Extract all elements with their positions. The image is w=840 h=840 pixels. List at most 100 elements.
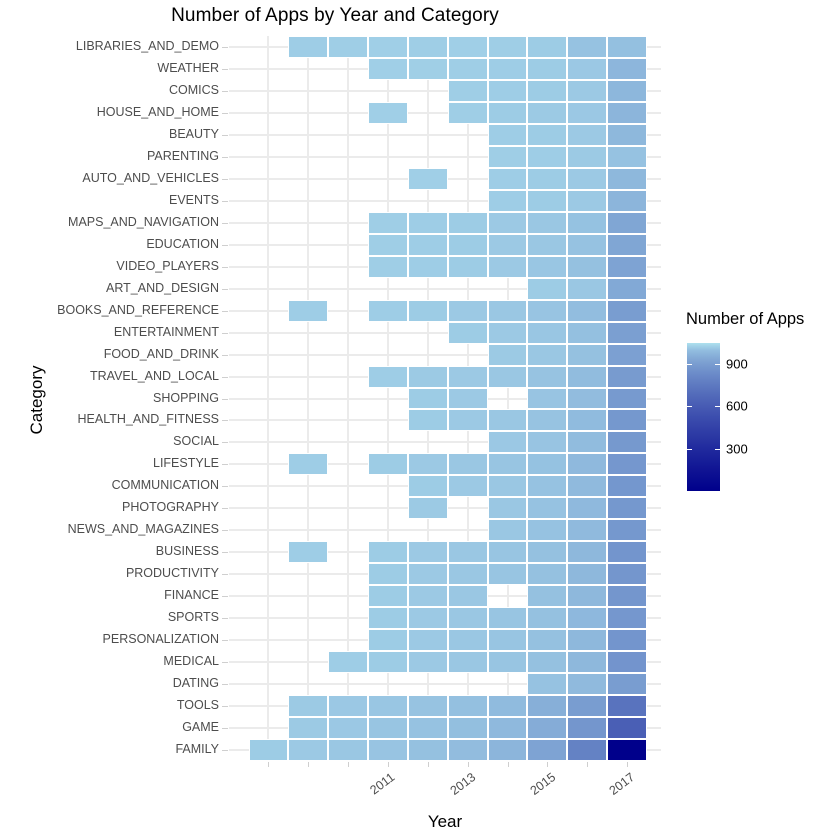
heatmap-cell [567,321,608,344]
heatmap-cell [607,211,647,234]
heatmap-cell [567,541,608,564]
heatmap-cell [487,497,528,520]
heatmap-cell [607,299,647,322]
heatmap-cell [567,101,608,124]
heatmap-cell [567,607,608,630]
y-axis-tick-mark [222,596,228,598]
heatmap-cell [368,233,408,256]
heatmap-cell [607,673,647,696]
heatmap-cell [328,36,369,58]
y-axis-tick-mark [222,640,228,642]
heatmap-cell [527,343,568,366]
heatmap-cell [607,277,647,300]
heatmap-cell [368,717,408,740]
y-axis-tick-label: PERSONALIZATION [102,632,219,647]
plot-panel [229,36,661,761]
heatmap-cell [368,585,408,608]
y-axis-tick-mark [222,332,228,334]
heatmap-cell [288,541,329,564]
heatmap-cell [607,695,647,718]
legend-colorbar [687,343,720,491]
y-axis-tick-label: TOOLS [176,698,219,713]
heatmap-cell [527,585,568,608]
heatmap-cell [607,519,647,542]
y-axis-tick-mark [222,706,228,708]
heatmap-cell [567,255,608,278]
heatmap-cell [407,651,448,674]
legend-title: Number of Apps [686,310,805,328]
heatmap-cell [487,101,528,124]
heatmap-cell [607,365,647,388]
heatmap-cell [607,387,647,410]
y-axis-tick-label: PHOTOGRAPHY [121,500,219,515]
heatmap-cell [607,585,647,608]
heatmap-cell [527,695,568,718]
heatmap-cell [527,101,568,124]
heatmap-cell [607,717,647,740]
heatmap-cell [607,233,647,256]
heatmap-cell [527,57,568,80]
y-axis-tick-label: WEATHER [157,60,219,75]
heatmap-cell [527,453,568,476]
heatmap-cell [487,365,528,388]
heatmap-cell [567,79,608,102]
y-axis-tick-label: ENTERTAINMENT [113,324,219,339]
heatmap-cell [527,519,568,542]
heatmap-cell [368,651,408,674]
heatmap-cell [407,541,448,564]
heatmap-cell [368,607,408,630]
heatmap-figure: Number of Apps by Year and Category LIBR… [0,0,840,840]
heatmap-cells [229,36,661,761]
heatmap-cell [527,651,568,674]
heatmap-cell [368,629,408,652]
heatmap-cell [487,651,528,674]
heatmap-cell [487,607,528,630]
heatmap-cell [607,409,647,432]
heatmap-cell [567,519,608,542]
heatmap-cell [567,57,608,80]
x-axis-tick-label: 2011 [367,770,398,798]
heatmap-cell [527,79,568,102]
x-axis-tick-mark [348,762,350,767]
y-axis-tick-mark [222,156,228,158]
y-axis-tick-mark [222,750,228,751]
heatmap-cell [447,233,488,256]
y-axis-tick-mark [222,530,228,532]
legend-tick-mark [687,364,692,366]
heatmap-cell [447,651,488,674]
y-axis-tick-label: COMMUNICATION [111,478,219,493]
heatmap-cell [407,387,448,410]
x-axis-tick-label: 2015 [527,770,558,798]
heatmap-cell [487,321,528,344]
heatmap-cell [447,453,488,476]
heatmap-cell [527,36,568,58]
heatmap-cell [487,629,528,652]
y-axis-tick-label: MAPS_AND_NAVIGATION [68,214,219,229]
heatmap-cell [607,739,647,761]
heatmap-cell [248,739,289,761]
y-axis-tick-mark [222,178,228,180]
heatmap-cell [527,233,568,256]
x-axis-tick-mark [387,762,389,767]
heatmap-cell [527,475,568,498]
legend-tick-mark [715,364,720,366]
heatmap-cell [527,211,568,234]
heatmap-cell [567,585,608,608]
heatmap-cell [607,123,647,146]
heatmap-cell [567,387,608,410]
heatmap-cell [368,255,408,278]
heatmap-cell [567,123,608,146]
heatmap-cell [607,453,647,476]
heatmap-cell [527,167,568,190]
heatmap-cell [407,57,448,80]
heatmap-cell [447,629,488,652]
heatmap-cell [368,453,408,476]
heatmap-cell [487,519,528,542]
heatmap-cell [447,101,488,124]
y-axis-tick-mark [222,398,228,400]
y-axis-tick-label: LIBRARIES_AND_DEMO [75,38,219,53]
heatmap-cell [607,36,647,58]
heatmap-cell [407,717,448,740]
y-axis-tick-mark [222,574,228,576]
y-axis-tick-label: FINANCE [164,588,219,603]
